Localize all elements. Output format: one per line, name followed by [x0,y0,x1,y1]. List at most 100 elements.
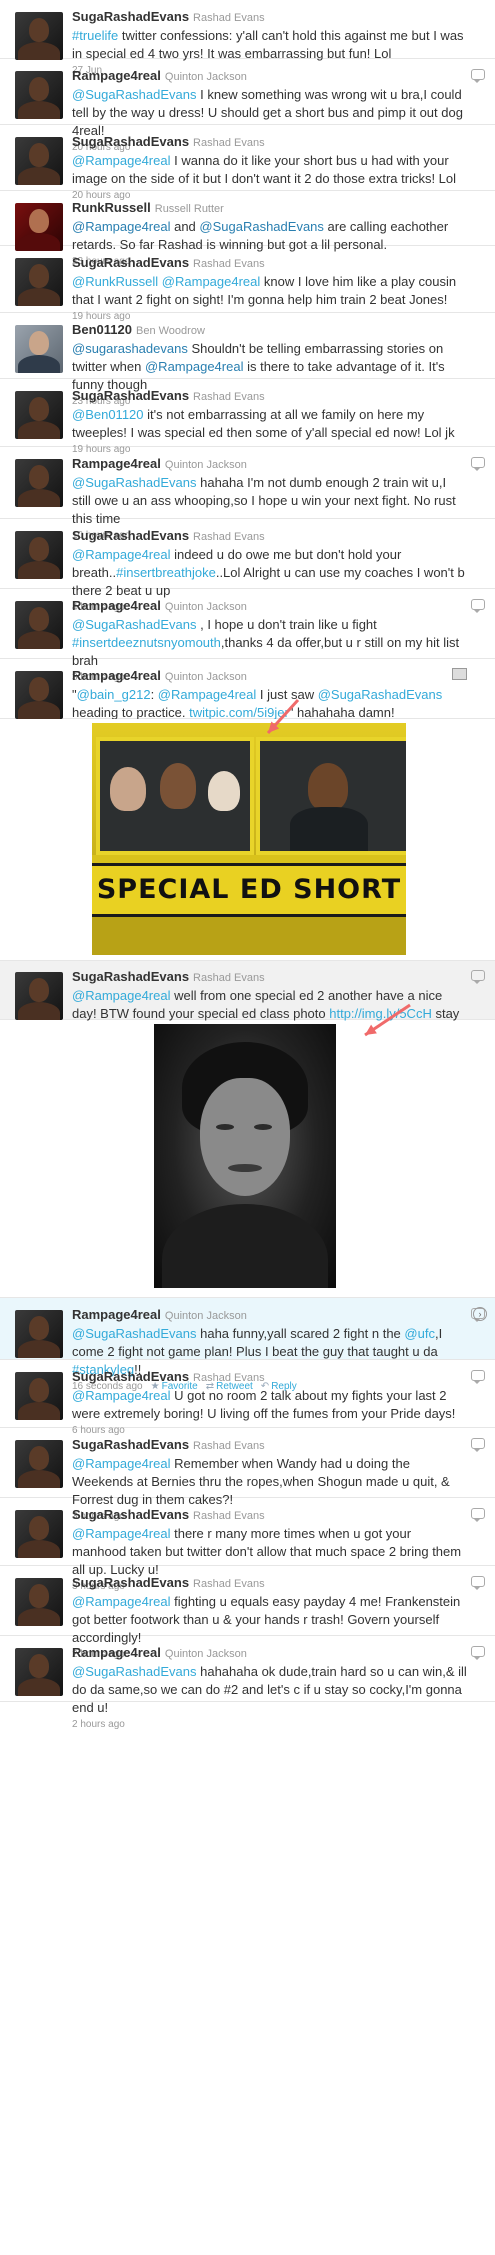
reply-bubble-icon[interactable] [471,1576,485,1590]
mention-link[interactable]: @Rampage4real [72,1388,170,1403]
username-link[interactable]: Rampage4real [72,1307,161,1322]
tweet-item: SugaRashadEvans Rashad Evans @Rampage4real… [0,519,495,613]
mention-link[interactable]: @SugaRashadEvans [72,87,197,102]
username-link[interactable]: SugaRashadEvans [72,528,189,543]
avatar[interactable] [15,1648,63,1696]
mention-link[interactable]: @bain_g212 [77,687,151,702]
avatar[interactable] [15,1440,63,1488]
reply-bubble-icon[interactable] [471,69,485,83]
reply-bubble-icon[interactable] [471,1370,485,1384]
mention-link[interactable]: @SugaRashadEvans [72,617,197,632]
full-name: Ben Woodrow [136,325,205,337]
username-link[interactable]: Rampage4real [72,668,161,683]
hashtag-link[interactable]: #truelife [72,28,118,43]
mention-link[interactable]: @Ben01120 [72,407,144,422]
tweet-header: RunkRussell Russell Rutter [72,200,467,217]
tweet-header: SugaRashadEvans Rashad Evans [72,1575,467,1592]
avatar[interactable] [15,531,63,579]
portrait-body [162,1204,328,1288]
mention-link[interactable]: @RunkRussell [72,274,158,289]
full-name: Quinton Jackson [164,601,247,613]
img-ly-photo[interactable] [0,1021,495,1298]
mention-link[interactable]: @SugaRashadEvans [72,475,197,490]
reply-bubble-icon[interactable] [471,1438,485,1452]
avatar[interactable] [15,203,63,251]
mention-link[interactable]: @sugarashadevans [72,341,188,356]
reply-bubble-icon[interactable] [471,1646,485,1660]
avatar[interactable] [15,1310,63,1358]
full-name: Quinton Jackson [164,671,247,683]
tweet-text: @SugaRashadEvans hahahaha ok dude,train … [72,1663,467,1717]
mention-link[interactable]: @SugaRashadEvans [199,219,324,234]
portrait-eye [254,1124,272,1130]
username-link[interactable]: SugaRashadEvans [72,134,189,149]
username-link[interactable]: SugaRashadEvans [72,1437,189,1452]
mention-link[interactable]: @ufc [404,1326,435,1341]
mention-link[interactable]: @Rampage4real [72,1594,170,1609]
hashtag-link[interactable]: #insertbreathjoke [116,565,216,580]
bus-window-left [96,737,254,855]
reply-bubble-icon[interactable] [471,1508,485,1522]
avatar[interactable] [15,71,63,119]
mention-link[interactable]: @Rampage4real [145,359,243,374]
tweet-text-segment: heading to practice. [72,705,190,720]
username-link[interactable]: Rampage4real [72,68,161,83]
media-icon[interactable] [452,668,467,680]
tweet-item: SugaRashadEvans Rashad Evans @Rampage4real… [0,960,495,1054]
avatar[interactable] [15,12,63,60]
avatar-shoulders [18,1678,60,1696]
avatar-head [29,1584,49,1608]
avatar[interactable] [15,459,63,507]
reply-bubble-icon[interactable] [471,599,485,613]
avatar[interactable] [15,325,63,373]
expand-icon[interactable]: › [473,1307,487,1321]
tweet-item: RunkRussell Russell Rutter @Rampage4real a… [0,191,495,267]
avatar[interactable] [15,972,63,1020]
tweet-header: SugaRashadEvans Rashad Evans [72,255,467,272]
avatar[interactable] [15,1578,63,1626]
reply-bubble-icon[interactable] [471,970,485,984]
username-link[interactable]: SugaRashadEvans [72,255,189,270]
username-link[interactable]: Rampage4real [72,456,161,471]
avatar[interactable] [15,671,63,719]
avatar[interactable] [15,1372,63,1420]
mention-link[interactable]: @Rampage4real [72,153,170,168]
avatar[interactable] [15,137,63,185]
tweet-header: Rampage4real Quinton Jackson [72,1307,467,1324]
mention-link[interactable]: @SugaRashadEvans [318,687,443,702]
mention-link[interactable]: @SugaRashadEvans [72,1326,197,1341]
username-link[interactable]: SugaRashadEvans [72,1369,189,1384]
full-name: Rashad Evans [193,1440,265,1452]
avatar[interactable] [15,1510,63,1558]
username-link[interactable]: Rampage4real [72,598,161,613]
mention-link[interactable]: @Rampage4real [72,988,170,1003]
person-suit [290,807,368,851]
username-link[interactable]: SugaRashadEvans [72,1575,189,1590]
username-link[interactable]: SugaRashadEvans [72,1507,189,1522]
mention-link[interactable]: @Rampage4real [72,1456,170,1471]
mention-link[interactable]: @Rampage4real [72,1526,170,1541]
mention-link[interactable]: @Rampage4real [72,547,170,562]
full-name: Rashad Evans [193,391,265,403]
username-link[interactable]: RunkRussell [72,200,151,215]
mention-link[interactable]: @Rampage4real [158,687,256,702]
tweet-item: SugaRashadEvans Rashad Evans #truelife twi… [0,0,495,76]
reply-bubble-icon[interactable] [471,457,485,471]
avatar[interactable] [15,391,63,439]
hashtag-link[interactable]: #insertdeeznutsnyomouth [72,635,221,650]
username-link[interactable]: Rampage4real [72,1645,161,1660]
username-link[interactable]: SugaRashadEvans [72,388,189,403]
username-link[interactable]: Ben01120 [72,322,132,337]
mention-link[interactable]: @SugaRashadEvans [72,1664,197,1679]
avatar-shoulders [18,489,60,507]
avatar[interactable] [15,601,63,649]
mention-link[interactable]: @Rampage4real [162,274,260,289]
tweet-item: Rampage4real Quinton Jackson @SugaRashadEv… [0,589,495,683]
portrait-face [200,1078,290,1196]
mention-link[interactable]: @Rampage4real [72,219,170,234]
timestamp-link[interactable]: 2 hours ago [72,1718,467,1731]
avatar[interactable] [15,258,63,306]
username-link[interactable]: SugaRashadEvans [72,9,189,24]
twitpic-photo[interactable]: SPECIAL ED SHORT BUS [0,719,495,961]
username-link[interactable]: SugaRashadEvans [72,969,189,984]
